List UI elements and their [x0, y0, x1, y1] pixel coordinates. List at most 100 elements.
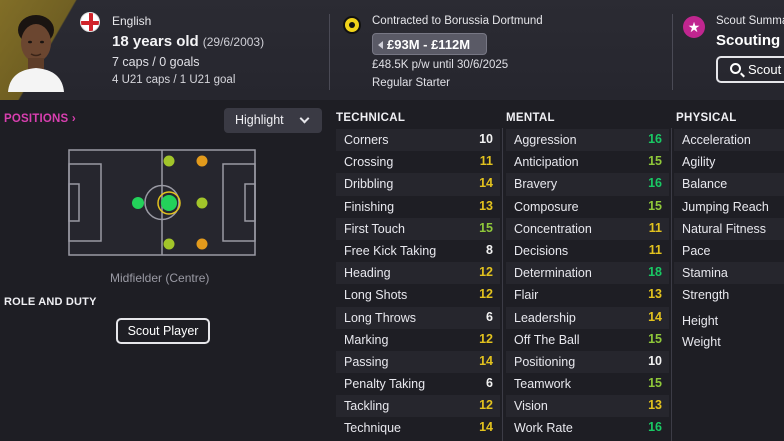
positions-link[interactable]: POSITIONS › — [4, 113, 76, 125]
attribute-row[interactable]: Acceleration — [674, 129, 784, 152]
age-value: 18 years old — [112, 33, 199, 50]
attribute-row[interactable]: Leadership 14 — [506, 306, 669, 329]
attribute-row[interactable]: Long Shots 12 — [336, 284, 500, 306]
england-flag-icon — [80, 12, 100, 32]
attribute-row[interactable]: Anticipation 15 — [506, 151, 669, 173]
attribute-row[interactable]: Technique 14 — [336, 417, 500, 439]
highlight-label: Highlight — [235, 113, 284, 127]
attribute-value: 15 — [648, 376, 662, 391]
column-divider — [671, 128, 672, 441]
technical-heading: TECHNICAL — [336, 112, 406, 124]
attribute-row[interactable]: Determination 18 — [506, 262, 669, 285]
attribute-row[interactable]: Pace — [674, 240, 784, 262]
attribute-row[interactable]: Composure 15 — [506, 196, 669, 218]
position-dot-amr[interactable] — [196, 238, 208, 250]
attribute-value: 8 — [486, 242, 493, 257]
scout-summary-label: Scout Summa — [716, 15, 784, 27]
scout-button-label: Scout — [748, 62, 782, 77]
search-icon — [730, 63, 741, 74]
attribute-row[interactable]: Strength — [674, 284, 784, 306]
attribute-row[interactable]: Heading 12 — [336, 262, 500, 285]
attribute-name: Penalty Taking — [344, 377, 426, 392]
attribute-name: Positioning — [514, 354, 576, 369]
attribute-row[interactable]: Work Rate 16 — [506, 417, 669, 439]
physical-heading: PHYSICAL — [676, 112, 737, 124]
attribute-value: 13 — [648, 287, 662, 302]
attribute-name: Leadership — [514, 310, 576, 325]
attribute-value: 12 — [479, 398, 493, 413]
position-dot-mc[interactable] — [161, 195, 177, 211]
weight-label: Weight — [682, 335, 721, 349]
attribute-row[interactable]: Corners 10 — [336, 129, 500, 152]
attribute-name: Stamina — [682, 266, 728, 281]
attribute-name: Off The Ball — [514, 332, 580, 347]
squad-status: Regular Starter — [372, 77, 450, 89]
scout-button[interactable]: Scout — [716, 56, 784, 83]
attribute-row[interactable]: First Touch 15 — [336, 217, 500, 240]
attribute-row[interactable]: Passing 14 — [336, 350, 500, 374]
position-dot-amc[interactable] — [196, 197, 208, 209]
attribute-name: Marking — [344, 332, 389, 347]
attribute-row[interactable]: Free Kick Taking 8 — [336, 240, 500, 262]
attribute-row[interactable]: Long Throws 6 — [336, 306, 500, 329]
international-caps: 7 caps / 0 goals — [112, 55, 200, 69]
attribute-row[interactable]: Crossing 11 — [336, 151, 500, 173]
position-dot-aml[interactable] — [196, 155, 208, 167]
attribute-value: 12 — [479, 331, 493, 346]
chevron-down-icon — [299, 113, 310, 124]
attribute-row[interactable]: Tackling 12 — [336, 395, 500, 418]
u21-caps: 4 U21 caps / 1 U21 goal — [112, 74, 236, 86]
attribute-name: Anticipation — [514, 155, 579, 170]
attribute-row[interactable]: Teamwork 15 — [506, 373, 669, 395]
attribute-row[interactable]: Flair 13 — [506, 284, 669, 306]
scout-player-button[interactable]: Scout Player — [116, 318, 210, 344]
attribute-row[interactable]: Jumping Reach — [674, 196, 784, 218]
attribute-row[interactable]: Dribbling 14 — [336, 173, 500, 196]
attribute-name: Decisions — [514, 243, 569, 258]
transfer-value-pill[interactable]: £93M - £112M — [372, 33, 487, 55]
attribute-name: Pace — [682, 243, 711, 258]
attribute-value: 11 — [648, 242, 662, 257]
attribute-name: Long Shots — [344, 288, 408, 303]
attribute-name: Balance — [682, 177, 728, 192]
attribute-value: 14 — [648, 309, 662, 324]
scouting-title: Scouting I — [716, 32, 784, 49]
attribute-name: Crossing — [344, 155, 394, 170]
attribute-value: 13 — [648, 398, 662, 413]
position-name: Midfielder (Centre) — [110, 271, 210, 285]
attribute-row[interactable]: Positioning 10 — [506, 350, 669, 374]
position-dot-ml[interactable] — [163, 155, 175, 167]
club-badge-icon[interactable] — [343, 16, 361, 34]
attribute-row[interactable]: Vision 13 — [506, 395, 669, 418]
attribute-value: 6 — [486, 376, 493, 391]
attribute-value: 15 — [479, 220, 493, 235]
attribute-row[interactable]: Natural Fitness — [674, 217, 784, 240]
attribute-row[interactable]: Agility — [674, 151, 784, 173]
attribute-row[interactable]: Balance — [674, 173, 784, 196]
attribute-row[interactable]: Bravery 16 — [506, 173, 669, 196]
attribute-row[interactable]: Aggression 16 — [506, 129, 669, 152]
attribute-row[interactable]: Off The Ball 15 — [506, 329, 669, 351]
position-dot-mr[interactable] — [163, 238, 175, 250]
attribute-row[interactable]: Penalty Taking 6 — [336, 373, 500, 395]
highlight-dropdown[interactable]: Highlight — [224, 108, 322, 133]
attribute-name: Jumping Reach — [682, 199, 769, 214]
attribute-value: 15 — [648, 331, 662, 346]
attribute-row[interactable]: Finishing 13 — [336, 196, 500, 218]
attribute-row[interactable]: Stamina — [674, 262, 784, 285]
attribute-name: Tackling — [344, 399, 390, 414]
player-photo — [8, 15, 64, 92]
player-header: English 18 years old (29/6/2003) 7 caps /… — [0, 0, 784, 100]
attribute-name: First Touch — [344, 221, 405, 236]
header-divider — [672, 14, 673, 90]
column-divider — [502, 128, 503, 441]
attribute-row[interactable]: Concentration 11 — [506, 217, 669, 240]
attribute-row[interactable]: Marking 12 — [336, 329, 500, 351]
position-dot-dmc[interactable] — [132, 197, 144, 209]
technical-attributes: Corners 10 Crossing 11 Dribbling 14 Finishing 1… — [336, 129, 500, 440]
attribute-row[interactable]: Decisions 11 — [506, 240, 669, 262]
attribute-name: Finishing — [344, 199, 395, 214]
contract-club[interactable]: Contracted to Borussia Dortmund — [372, 15, 543, 27]
attribute-value: 14 — [479, 420, 493, 435]
attribute-name: Free Kick Taking — [344, 243, 437, 258]
